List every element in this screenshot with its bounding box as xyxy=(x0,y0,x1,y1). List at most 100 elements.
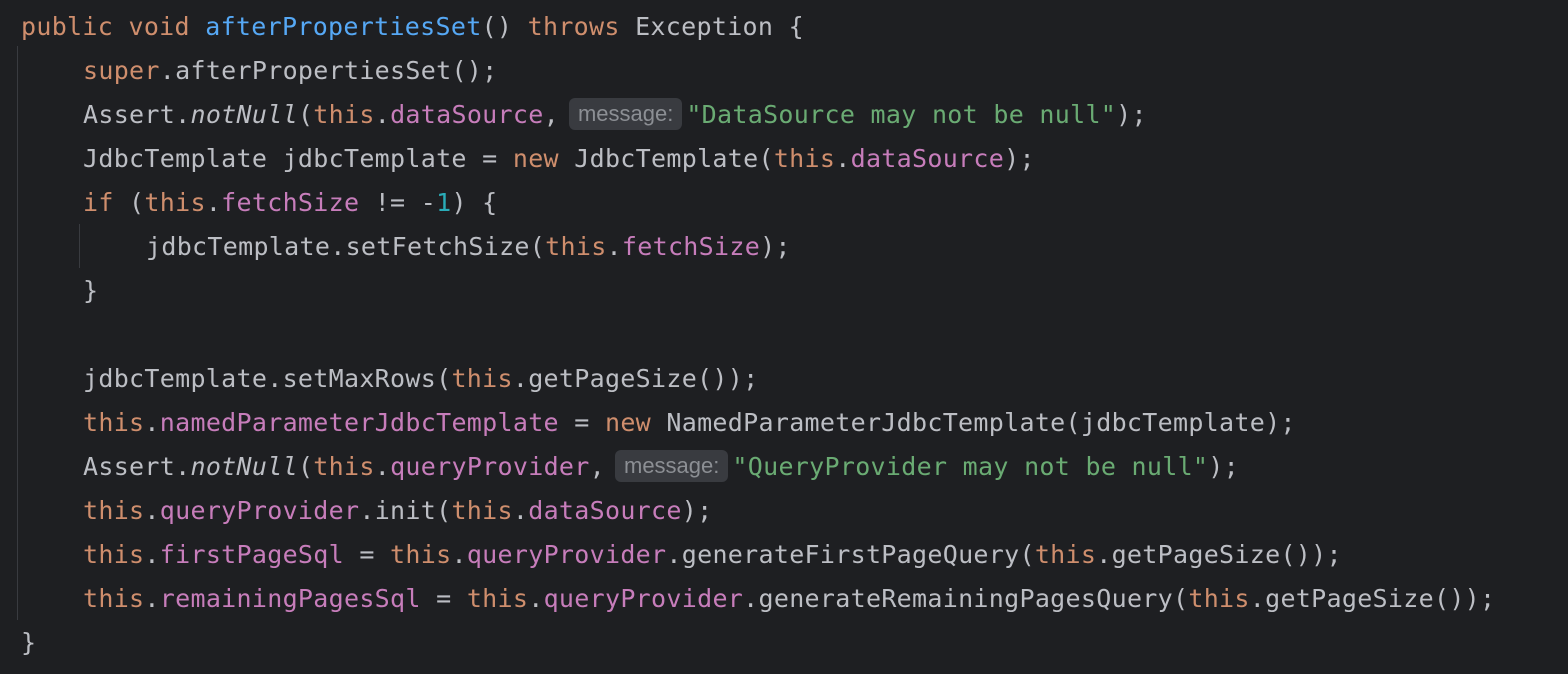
code-line-6[interactable]: jdbcTemplate.setFetchSize(this.fetchSize… xyxy=(0,225,791,269)
keyword-void: void xyxy=(128,12,190,41)
inlay-hint-message: message: xyxy=(568,98,683,130)
dot: . xyxy=(528,584,544,613)
keyword-this: this xyxy=(451,364,513,393)
paren-close: ); xyxy=(760,232,791,261)
assert-class: Assert. xyxy=(83,452,191,481)
operator-assign: = xyxy=(343,540,391,569)
number-literal: 1 xyxy=(436,188,452,217)
keyword-this: this xyxy=(144,188,206,217)
code-line-1[interactable]: public void afterPropertiesSet() throws … xyxy=(0,5,804,49)
code-line-8[interactable] xyxy=(0,313,83,357)
field-queryprovider: queryProvider xyxy=(159,496,360,525)
assert-notnull: notNull xyxy=(190,452,298,481)
dot: . xyxy=(144,408,160,437)
assert-notnull: notNull xyxy=(190,100,298,129)
field-queryprovider: queryProvider xyxy=(543,584,744,613)
paren-close: ); xyxy=(1004,144,1035,173)
dot: . xyxy=(374,100,391,129)
keyword-new: new xyxy=(512,144,559,173)
field-datasource: dataSource xyxy=(390,100,544,129)
method-call: jdbcTemplate.setMaxRows( xyxy=(83,364,452,393)
method-call: .generateRemainingPagesQuery( xyxy=(743,584,1189,613)
method-call: .init( xyxy=(359,496,452,525)
keyword-this: this xyxy=(451,496,513,525)
paren-open: ( xyxy=(113,188,145,217)
code-line-13[interactable]: this.firstPageSql = this.queryProvider.g… xyxy=(0,533,1342,577)
field-fetchsize: fetchSize xyxy=(221,188,360,217)
comma: , xyxy=(543,100,559,129)
keyword-this: this xyxy=(466,584,529,613)
field-fetchsize: fetchSize xyxy=(621,232,761,261)
string-literal: "DataSource may not be null" xyxy=(686,100,1117,129)
method-call-rest: .getPageSize()); xyxy=(512,364,759,393)
code-line-15[interactable]: } xyxy=(0,621,36,665)
code-line-14[interactable]: this.remainingPagesSql = this.queryProvi… xyxy=(0,577,1495,621)
keyword-this: this xyxy=(313,100,375,129)
dot: . xyxy=(144,496,160,525)
keyword-this: this xyxy=(773,144,836,173)
constructor-call: JdbcTemplate( xyxy=(558,144,774,173)
code-line-5[interactable]: if (this.fetchSize != -1) { xyxy=(0,181,498,225)
operator-assign: = xyxy=(558,408,605,437)
exception-type: Exception { xyxy=(619,12,804,41)
dot: . xyxy=(144,540,160,569)
method-call: jdbcTemplate.setFetchSize( xyxy=(146,232,546,261)
operator-assign: = xyxy=(420,584,467,613)
constructor-call: NamedParameterJdbcTemplate(jdbcTemplate)… xyxy=(651,408,1296,437)
field-datasource: dataSource xyxy=(850,144,1005,173)
method-call: .generateFirstPageQuery( xyxy=(666,540,1035,569)
code-editor[interactable]: public void afterPropertiesSet() throws … xyxy=(0,0,1568,674)
method-name[interactable]: afterPropertiesSet xyxy=(205,12,481,41)
dot: . xyxy=(512,496,529,525)
string-literal: "QueryProvider may not be null" xyxy=(732,452,1209,481)
brace-close: } xyxy=(21,628,37,657)
keyword-public: public xyxy=(21,12,114,41)
assert-class: Assert. xyxy=(83,100,191,129)
keyword-new: new xyxy=(604,408,652,437)
inlay-hint-message: message: xyxy=(615,450,729,482)
field-queryprovider: queryProvider xyxy=(466,540,667,569)
dot: . xyxy=(835,144,851,173)
keyword-this: this xyxy=(390,540,452,569)
paren-close: ); xyxy=(681,496,713,525)
paren-open: ( xyxy=(297,452,314,481)
dot: . xyxy=(205,188,222,217)
paren-close: ); xyxy=(1116,100,1147,129)
dot: . xyxy=(451,540,467,569)
keyword-this: this xyxy=(83,496,145,525)
code-line-2[interactable]: super.afterPropertiesSet(); xyxy=(0,49,498,93)
code-line-10[interactable]: this.namedParameterJdbcTemplate = new Na… xyxy=(0,401,1296,445)
field-datasource: dataSource xyxy=(528,496,682,525)
method-call-rest: .getPageSize()); xyxy=(1096,540,1342,569)
field-remainingpagessql: remainingPagesSql xyxy=(159,584,421,613)
variable-declaration: JdbcTemplate jdbcTemplate = xyxy=(83,144,513,173)
keyword-super: super xyxy=(83,56,160,85)
operator: != - xyxy=(359,188,437,217)
keyword-this: this xyxy=(83,584,145,613)
code-line-4[interactable]: JdbcTemplate jdbcTemplate = new JdbcTemp… xyxy=(0,137,1035,181)
paren-open: ( xyxy=(297,100,314,129)
field-namedparameterjdbctemplate: namedParameterJdbcTemplate xyxy=(159,408,559,437)
method-call-rest: .getPageSize()); xyxy=(1249,584,1496,613)
code-line-7[interactable]: } xyxy=(0,269,98,313)
dot: . xyxy=(606,232,622,261)
keyword-this: this xyxy=(83,408,145,437)
paren-close: ); xyxy=(1208,452,1239,481)
dot: . xyxy=(144,584,160,613)
keyword-this: this xyxy=(1034,540,1097,569)
brace-open: ) { xyxy=(451,188,498,217)
code-line-12[interactable]: this.queryProvider.init(this.dataSource)… xyxy=(0,489,712,533)
comma: , xyxy=(589,452,605,481)
field-queryprovider: queryProvider xyxy=(390,452,590,481)
brace-close: } xyxy=(83,276,99,305)
keyword-this: this xyxy=(83,540,145,569)
keyword-if: if xyxy=(83,188,114,217)
keyword-throws: throws xyxy=(527,12,620,41)
keyword-this: this xyxy=(313,452,375,481)
keyword-this: this xyxy=(545,232,607,261)
super-call: .afterPropertiesSet(); xyxy=(159,56,498,85)
code-line-3[interactable]: Assert.notNull(this.dataSource, message: "… xyxy=(0,93,1147,137)
code-line-9[interactable]: jdbcTemplate.setMaxRows(this.getPageSize… xyxy=(0,357,758,401)
field-firstpagesql: firstPageSql xyxy=(159,540,344,569)
code-line-11[interactable]: Assert.notNull(this.queryProvider, messag… xyxy=(0,445,1239,489)
